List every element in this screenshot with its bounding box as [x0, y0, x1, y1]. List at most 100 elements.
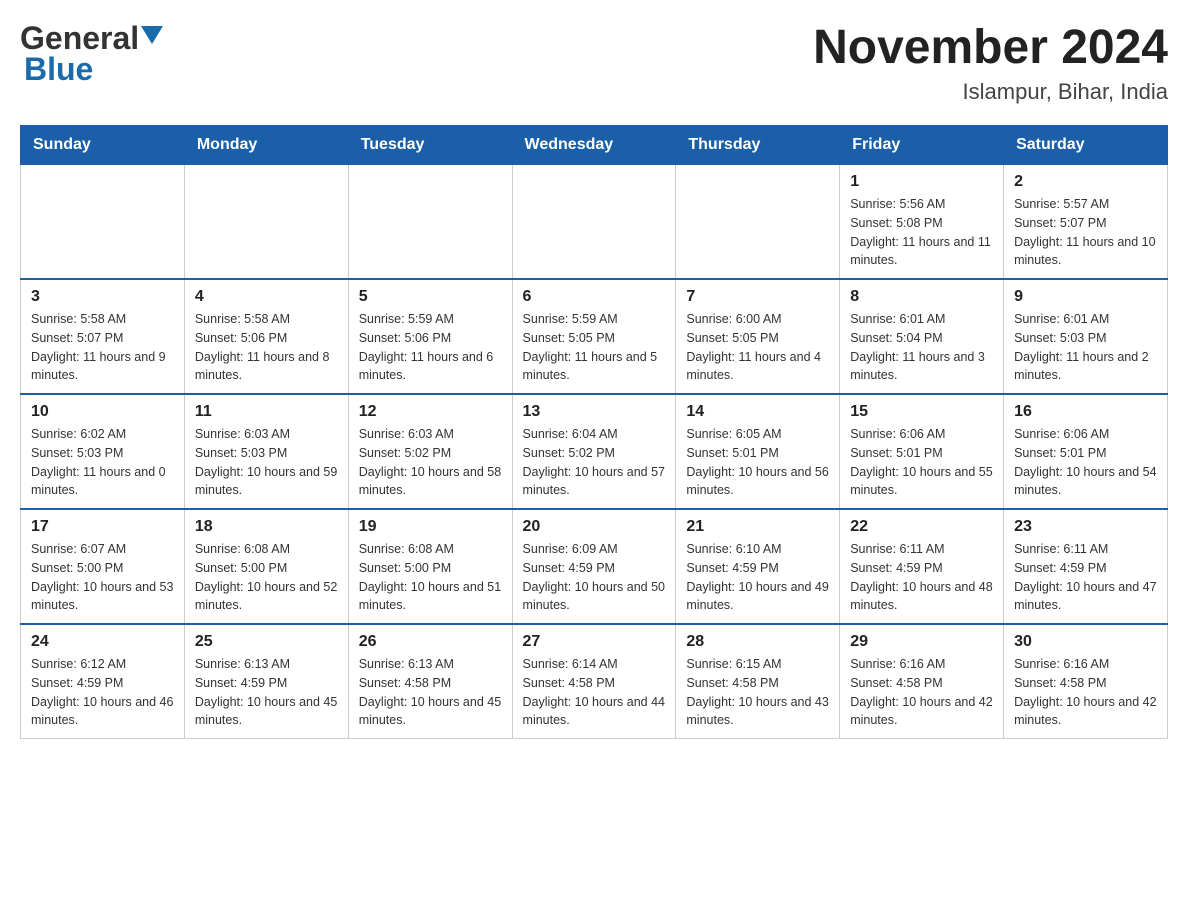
day-info: Sunrise: 6:09 AMSunset: 4:59 PMDaylight:… [523, 540, 666, 615]
day-info: Sunrise: 6:08 AMSunset: 5:00 PMDaylight:… [195, 540, 338, 615]
day-number: 15 [850, 403, 993, 421]
header-friday: Friday [840, 126, 1004, 165]
day-info: Sunrise: 6:11 AMSunset: 4:59 PMDaylight:… [850, 540, 993, 615]
calendar-table: Sunday Monday Tuesday Wednesday Thursday… [20, 125, 1168, 739]
day-info: Sunrise: 5:56 AMSunset: 5:08 PMDaylight:… [850, 195, 993, 270]
day-number: 24 [31, 633, 174, 651]
day-number: 19 [359, 518, 502, 536]
day-number: 27 [523, 633, 666, 651]
day-info: Sunrise: 5:59 AMSunset: 5:06 PMDaylight:… [359, 310, 502, 385]
day-number: 28 [686, 633, 829, 651]
table-row: 25 Sunrise: 6:13 AMSunset: 4:59 PMDayligh… [184, 624, 348, 739]
table-row: 18Sunrise: 6:08 AMSunset: 5:00 PMDayligh… [184, 509, 348, 624]
day-info: Sunrise: 6:06 AMSunset: 5:01 PMDaylight:… [850, 425, 993, 500]
table-row: 2 Sunrise: 5:57 AMSunset: 5:07 PMDaylight… [1004, 165, 1168, 280]
table-row: 14Sunrise: 6:05 AMSunset: 5:01 PMDayligh… [676, 394, 840, 509]
day-number: 13 [523, 403, 666, 421]
table-row: 10 Sunrise: 6:02 AMSunset: 5:03 PMDayligh… [21, 394, 185, 509]
table-row: 16Sunrise: 6:06 AMSunset: 5:01 PMDayligh… [1004, 394, 1168, 509]
table-row: 11 Sunrise: 6:03 AMSunset: 5:03 PMDayligh… [184, 394, 348, 509]
day-number: 11 [195, 403, 338, 421]
day-number: 22 [850, 518, 993, 536]
header-thursday: Thursday [676, 126, 840, 165]
day-number: 25 [195, 633, 338, 651]
day-number: 10 [31, 403, 174, 421]
day-number: 17 [31, 518, 174, 536]
table-row: 27 Sunrise: 6:14 AMSunset: 4:58 PMDayligh… [512, 624, 676, 739]
table-row: 7 Sunrise: 6:00 AMSunset: 5:05 PMDaylight… [676, 279, 840, 394]
table-row [184, 165, 348, 280]
day-info: Sunrise: 6:00 AMSunset: 5:05 PMDaylight:… [686, 310, 829, 385]
day-number: 20 [523, 518, 666, 536]
table-row: 5Sunrise: 5:59 AMSunset: 5:06 PMDaylight… [348, 279, 512, 394]
day-info: Sunrise: 6:03 AMSunset: 5:03 PMDaylight:… [195, 425, 338, 500]
table-row: 6 Sunrise: 5:59 AMSunset: 5:05 PMDaylight… [512, 279, 676, 394]
day-info: Sunrise: 5:58 AMSunset: 5:06 PMDaylight:… [195, 310, 338, 385]
day-number: 14 [686, 403, 829, 421]
title-section: November 2024 Islampur, Bihar, India [813, 20, 1168, 105]
day-info: Sunrise: 6:10 AMSunset: 4:59 PMDaylight:… [686, 540, 829, 615]
table-row: 9 Sunrise: 6:01 AMSunset: 5:03 PMDaylight… [1004, 279, 1168, 394]
table-row: 19 Sunrise: 6:08 AMSunset: 5:00 PMDayligh… [348, 509, 512, 624]
day-number: 9 [1014, 288, 1157, 306]
day-number: 4 [195, 288, 338, 306]
day-info: Sunrise: 6:02 AMSunset: 5:03 PMDaylight:… [31, 425, 174, 500]
table-row: 26 Sunrise: 6:13 AMSunset: 4:58 PMDayligh… [348, 624, 512, 739]
day-info: Sunrise: 6:07 AMSunset: 5:00 PMDaylight:… [31, 540, 174, 615]
header-tuesday: Tuesday [348, 126, 512, 165]
day-number: 12 [359, 403, 502, 421]
logo: General Blue [20, 20, 163, 88]
day-info: Sunrise: 6:01 AMSunset: 5:03 PMDaylight:… [1014, 310, 1157, 385]
day-info: Sunrise: 6:16 AMSunset: 4:58 PMDaylight:… [1014, 655, 1157, 730]
day-info: Sunrise: 6:16 AMSunset: 4:58 PMDaylight:… [850, 655, 993, 730]
day-info: Sunrise: 6:06 AMSunset: 5:01 PMDaylight:… [1014, 425, 1157, 500]
day-number: 7 [686, 288, 829, 306]
table-row [676, 165, 840, 280]
day-info: Sunrise: 6:14 AMSunset: 4:58 PMDaylight:… [523, 655, 666, 730]
header-monday: Monday [184, 126, 348, 165]
day-info: Sunrise: 5:59 AMSunset: 5:05 PMDaylight:… [523, 310, 666, 385]
day-info: Sunrise: 6:01 AMSunset: 5:04 PMDaylight:… [850, 310, 993, 385]
day-info: Sunrise: 6:13 AMSunset: 4:59 PMDaylight:… [195, 655, 338, 730]
day-info: Sunrise: 6:13 AMSunset: 4:58 PMDaylight:… [359, 655, 502, 730]
table-row: 20 Sunrise: 6:09 AMSunset: 4:59 PMDayligh… [512, 509, 676, 624]
logo-triangle-icon [141, 26, 163, 48]
table-row: 23 Sunrise: 6:11 AMSunset: 4:59 PMDayligh… [1004, 509, 1168, 624]
calendar-week-row: 3Sunrise: 5:58 AMSunset: 5:07 PMDaylight… [21, 279, 1168, 394]
day-info: Sunrise: 5:57 AMSunset: 5:07 PMDaylight:… [1014, 195, 1157, 270]
table-row: 21 Sunrise: 6:10 AMSunset: 4:59 PMDayligh… [676, 509, 840, 624]
calendar-week-row: 17 Sunrise: 6:07 AMSunset: 5:00 PMDayligh… [21, 509, 1168, 624]
day-info: Sunrise: 6:03 AMSunset: 5:02 PMDaylight:… [359, 425, 502, 500]
table-row: 1 Sunrise: 5:56 AMSunset: 5:08 PMDaylight… [840, 165, 1004, 280]
table-row [348, 165, 512, 280]
table-row [21, 165, 185, 280]
table-row: 29Sunrise: 6:16 AMSunset: 4:58 PMDayligh… [840, 624, 1004, 739]
day-number: 26 [359, 633, 502, 651]
day-number: 6 [523, 288, 666, 306]
day-number: 3 [31, 288, 174, 306]
calendar-week-row: 10 Sunrise: 6:02 AMSunset: 5:03 PMDayligh… [21, 394, 1168, 509]
table-row [512, 165, 676, 280]
page-header: General Blue November 2024 Islampur, Bih… [20, 20, 1168, 105]
table-row: 8 Sunrise: 6:01 AMSunset: 5:04 PMDaylight… [840, 279, 1004, 394]
day-number: 23 [1014, 518, 1157, 536]
location-title: Islampur, Bihar, India [813, 79, 1168, 105]
day-number: 8 [850, 288, 993, 306]
header-sunday: Sunday [21, 126, 185, 165]
day-info: Sunrise: 6:12 AMSunset: 4:59 PMDaylight:… [31, 655, 174, 730]
calendar-header-row: Sunday Monday Tuesday Wednesday Thursday… [21, 126, 1168, 165]
day-number: 1 [850, 173, 993, 191]
table-row: 3Sunrise: 5:58 AMSunset: 5:07 PMDaylight… [21, 279, 185, 394]
day-info: Sunrise: 6:04 AMSunset: 5:02 PMDaylight:… [523, 425, 666, 500]
table-row: 28Sunrise: 6:15 AMSunset: 4:58 PMDayligh… [676, 624, 840, 739]
day-info: Sunrise: 6:08 AMSunset: 5:00 PMDaylight:… [359, 540, 502, 615]
day-number: 2 [1014, 173, 1157, 191]
day-info: Sunrise: 6:11 AMSunset: 4:59 PMDaylight:… [1014, 540, 1157, 615]
table-row: 4 Sunrise: 5:58 AMSunset: 5:06 PMDaylight… [184, 279, 348, 394]
table-row: 17 Sunrise: 6:07 AMSunset: 5:00 PMDayligh… [21, 509, 185, 624]
table-row: 13 Sunrise: 6:04 AMSunset: 5:02 PMDayligh… [512, 394, 676, 509]
calendar-week-row: 1 Sunrise: 5:56 AMSunset: 5:08 PMDaylight… [21, 165, 1168, 280]
logo-blue: Blue [24, 51, 93, 87]
day-number: 21 [686, 518, 829, 536]
day-number: 30 [1014, 633, 1157, 651]
